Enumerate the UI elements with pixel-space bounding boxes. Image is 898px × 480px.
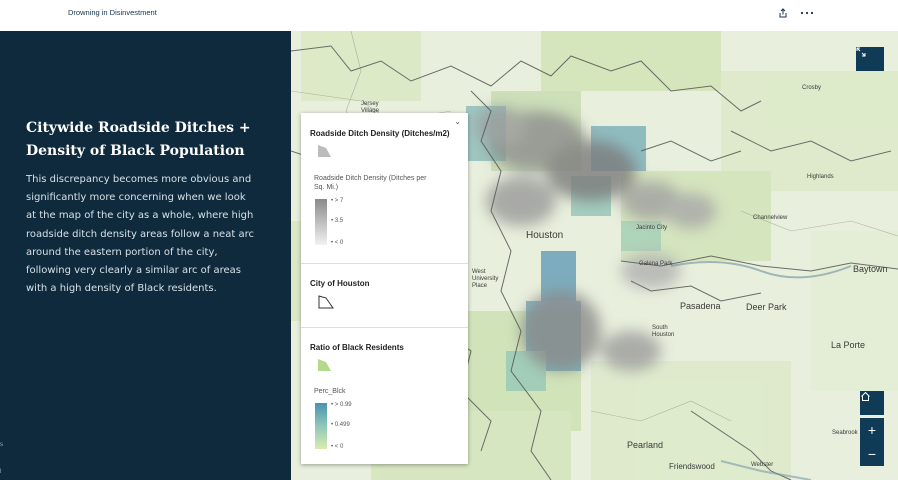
place-label-pasadena: Pasadena bbox=[680, 301, 721, 311]
body-line: at the map of the city as a whole, where… bbox=[26, 210, 254, 222]
heading-line: Citywide Roadside Ditches + bbox=[26, 120, 251, 136]
body-line: significantly more concerning when we lo… bbox=[26, 192, 246, 204]
legend-divider bbox=[301, 263, 468, 264]
place-label-galena-park: Galena Park bbox=[639, 261, 673, 267]
home-icon bbox=[861, 391, 870, 401]
edge-mark: s bbox=[0, 442, 3, 448]
legend-title-ditch-density: Roadside Ditch Density (Ditches/m2) bbox=[310, 129, 450, 138]
heading-line: Density of Black Population bbox=[26, 143, 245, 159]
label-line: Roadside Ditch Density (Ditches per bbox=[314, 175, 427, 182]
place-label-la-porte: La Porte bbox=[831, 340, 866, 350]
header-actions bbox=[776, 6, 814, 20]
section-heading: Citywide Roadside Ditches + Density of B… bbox=[26, 117, 266, 163]
body-line: with a high density of Black residents. bbox=[26, 283, 217, 295]
label-line: Houston bbox=[652, 332, 675, 338]
ramp-label: • < 0 bbox=[331, 444, 344, 450]
zoom-out-button[interactable]: − bbox=[860, 442, 884, 466]
place-label-webster: Webster bbox=[751, 462, 774, 468]
label-line: Sq. Mi.) bbox=[314, 184, 339, 191]
ramp-label-high: > 0.99 bbox=[334, 402, 352, 408]
ramp-label-low: < 0 bbox=[334, 240, 344, 246]
place-label-baytown: Baytown bbox=[853, 264, 888, 274]
place-label-jacinto-city: Jacinto City bbox=[636, 225, 668, 231]
label-line: University bbox=[472, 276, 499, 282]
place-label-seabrook: Seabrook bbox=[832, 430, 858, 436]
teal-color-ramp bbox=[315, 403, 327, 449]
body-line: following very clearly a similar arc of … bbox=[26, 265, 241, 277]
ramp-label-high: > 7 bbox=[334, 198, 344, 204]
gray-color-ramp bbox=[315, 199, 327, 245]
story-title[interactable]: Drowning in Disinvestment bbox=[68, 8, 157, 17]
label-line: West bbox=[472, 269, 486, 275]
body-line: roadside ditch density areas follow a ne… bbox=[26, 228, 254, 240]
expand-icon bbox=[856, 47, 866, 57]
more-options-icon[interactable] bbox=[800, 6, 814, 20]
ramp-label: • < 0 bbox=[331, 240, 344, 246]
expand-button[interactable] bbox=[856, 47, 884, 71]
ramp-label-mid: 3.5 bbox=[334, 218, 344, 224]
black-residents-swatch bbox=[318, 359, 331, 371]
label-line: Jersey bbox=[361, 101, 379, 107]
home-button[interactable] bbox=[860, 391, 884, 415]
legend-title-city: City of Houston bbox=[310, 279, 370, 288]
body-line: This discrepancy becomes more obvious an… bbox=[26, 174, 252, 185]
map-legend: ⌄ Roadside Ditch Density (Ditches/m2) Ro… bbox=[301, 113, 468, 464]
ramp-label: • > 0.99 bbox=[331, 402, 352, 408]
ditch-density-field-label: Roadside Ditch Density (Ditches per Sq. … bbox=[314, 174, 426, 192]
ditch-density-swatch bbox=[318, 145, 331, 157]
body-line: around the eastern portion of the city, bbox=[26, 246, 218, 258]
ramp-label-mid: 0.499 bbox=[334, 422, 350, 428]
ramp-label-low: < 0 bbox=[334, 444, 344, 450]
label-line: Place bbox=[472, 283, 488, 289]
section-body: This discrepancy becomes more obvious an… bbox=[26, 171, 262, 298]
place-label-deer-park: Deer Park bbox=[746, 302, 787, 312]
place-label-pearland: Pearland bbox=[627, 440, 664, 450]
black-residents-field-label: Perc_Blck bbox=[314, 388, 346, 395]
place-label-channelview: Channelview bbox=[753, 215, 788, 221]
ramp-label: • 0.499 bbox=[331, 422, 350, 428]
place-label-crosby: Crosby bbox=[802, 85, 822, 91]
zoom-in-button[interactable]: + bbox=[860, 418, 884, 442]
place-label-west-university: West University Place bbox=[472, 269, 498, 290]
label-line: South bbox=[652, 325, 668, 331]
edge-mark: l bbox=[0, 469, 2, 475]
legend-divider bbox=[301, 327, 468, 328]
chevron-down-icon[interactable]: ⌄ bbox=[454, 117, 461, 126]
story-header: Drowning in Disinvestment bbox=[0, 0, 898, 31]
ramp-label: • > 7 bbox=[331, 198, 344, 204]
share-icon[interactable] bbox=[776, 6, 790, 20]
place-label-houston: Houston bbox=[526, 230, 564, 241]
place-label-south-houston: South Houston bbox=[652, 325, 674, 339]
place-label-friendswood: Friendswood bbox=[669, 462, 715, 471]
legend-title-black-residents: Ratio of Black Residents bbox=[310, 343, 404, 352]
ramp-label: • 3.5 bbox=[331, 218, 344, 224]
city-boundary-swatch bbox=[318, 295, 334, 309]
place-label-highlands: Highlands bbox=[807, 174, 834, 180]
